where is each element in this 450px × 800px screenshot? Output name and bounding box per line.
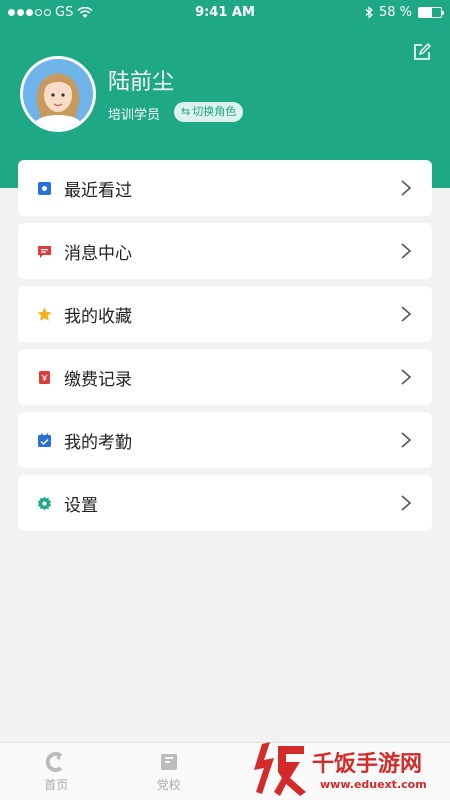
status-bar: GS 9:41 AM 58 % (0, 0, 450, 26)
user-role: 培训学员 (108, 108, 161, 123)
menu-item-label: 消息中心 (64, 243, 132, 264)
receipt-icon (36, 369, 52, 385)
chevron-right-icon (401, 243, 412, 259)
edit-profile-button[interactable] (412, 42, 432, 62)
avatar-photo (23, 59, 93, 129)
bluetooth-icon (365, 6, 373, 19)
menu-item-settings[interactable]: 设置 (18, 475, 432, 531)
menu-item-label: 设置 (64, 495, 98, 516)
chevron-right-icon (401, 432, 412, 448)
chevron-right-icon (401, 306, 412, 322)
home-icon (45, 751, 63, 772)
battery-level (419, 8, 432, 17)
menu-item-label: 我的收藏 (64, 306, 132, 327)
edit-icon (414, 43, 431, 60)
school-icon (160, 753, 177, 770)
status-right: 58 % (365, 5, 444, 20)
watermark: 千饭手游网 www.eduext.com (250, 738, 450, 800)
switch-role-label: 切换角色 (192, 105, 237, 118)
menu-item-recent[interactable]: 最近看过 (18, 160, 432, 216)
chevron-right-icon (401, 180, 412, 196)
gear-icon (36, 495, 52, 511)
menu-item-favorites[interactable]: 我的收藏 (18, 286, 432, 342)
tab-label: 首页 (44, 777, 69, 792)
avatar[interactable] (20, 56, 96, 132)
message-icon (36, 243, 52, 259)
switch-role-button[interactable]: ⇆ 切换角色 (174, 102, 244, 122)
menu-item-payments[interactable]: 缴费记录 (18, 349, 432, 405)
calendar-check-icon (36, 432, 52, 448)
menu-item-attendance[interactable]: 我的考勤 (18, 412, 432, 468)
battery-icon (418, 7, 444, 18)
tab-school[interactable]: 党校 (113, 743, 226, 800)
switch-icon: ⇆ (181, 105, 191, 118)
menu-item-label: 最近看过 (64, 180, 132, 201)
menu-item-messages[interactable]: 消息中心 (18, 223, 432, 279)
tab-home[interactable]: 首页 (0, 743, 113, 800)
watermark-logo (254, 742, 306, 796)
star-icon (36, 306, 52, 322)
chevron-right-icon (401, 369, 412, 385)
watermark-url: www.eduext.com (320, 778, 427, 791)
user-name: 陆前尘 (108, 70, 175, 95)
watermark-text: 千饭手游网 (312, 752, 423, 777)
menu-item-label: 我的考勤 (64, 432, 132, 453)
battery-percent: 58 % (378, 5, 412, 20)
tab-label: 党校 (156, 777, 181, 792)
recent-icon (36, 180, 52, 196)
menu-item-label: 缴费记录 (64, 369, 132, 390)
chevron-right-icon (401, 495, 412, 511)
menu-list: 最近看过 消息中心 我的收藏 缴费记录 我的考勤 设置 (18, 160, 432, 538)
